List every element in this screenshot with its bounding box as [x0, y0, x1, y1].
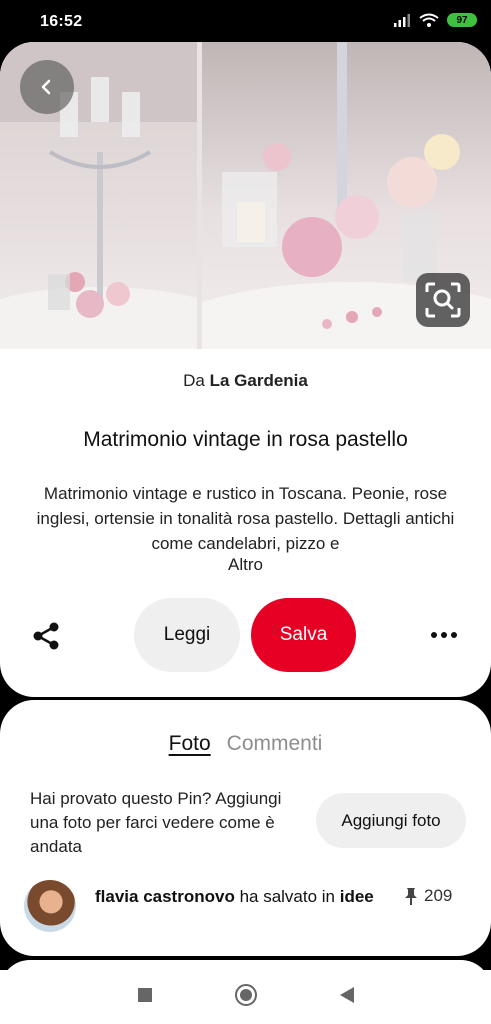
- lens-search-icon: [425, 282, 461, 318]
- wifi-icon: [419, 13, 439, 27]
- signal-icon: [394, 14, 410, 27]
- more-dot-icon: [451, 632, 457, 638]
- status-icons: 97: [393, 13, 477, 27]
- visual-search-button[interactable]: [416, 273, 470, 327]
- pin-source[interactable]: Da La Gardenia: [0, 371, 491, 391]
- tab-comments[interactable]: Commenti: [227, 732, 323, 756]
- system-nav-bar: [0, 970, 491, 1024]
- more-dot-icon: [431, 632, 437, 638]
- source-name[interactable]: La Gardenia: [210, 371, 308, 390]
- avatar[interactable]: [24, 880, 76, 932]
- save-button[interactable]: Salva: [251, 598, 356, 672]
- back-button[interactable]: [20, 60, 74, 114]
- pin-image[interactable]: [0, 42, 491, 349]
- back-triangle-icon[interactable]: [340, 987, 354, 1003]
- save-count: 209: [404, 886, 452, 906]
- battery-icon: 97: [447, 13, 477, 27]
- tried-prompt: Hai provato questo Pin? Aggiungi una fot…: [30, 789, 282, 856]
- pin-title: Matrimonio vintage in rosa pastello: [83, 428, 408, 451]
- activity-user[interactable]: flavia castronovo: [95, 887, 235, 906]
- tab-photos[interactable]: Foto: [169, 732, 211, 756]
- share-button[interactable]: [26, 616, 66, 656]
- source-prefix: Da: [183, 371, 205, 390]
- home-icon[interactable]: [235, 984, 257, 1006]
- more-options-button[interactable]: [424, 622, 464, 648]
- battery-level: 97: [456, 14, 468, 26]
- add-photo-button[interactable]: Aggiungi foto: [316, 793, 466, 848]
- activity-text: flavia castronovo ha salvato in idee: [95, 885, 385, 909]
- recents-icon[interactable]: [138, 988, 152, 1002]
- save-count-value: 209: [424, 886, 453, 905]
- share-icon: [33, 622, 59, 650]
- activity-action: ha salvato in: [239, 887, 336, 906]
- pin-icon: [405, 888, 417, 905]
- more-dot-icon: [441, 632, 447, 638]
- status-time: 16:52: [40, 13, 83, 30]
- pin-card: Da La Gardenia Matrimonio vintage in ros…: [0, 42, 491, 697]
- tabs: Foto Commenti: [0, 732, 491, 756]
- status-bar: 16:52 97: [0, 0, 491, 42]
- more-link[interactable]: Altro: [0, 555, 491, 575]
- chevron-left-icon: [41, 79, 51, 95]
- read-button[interactable]: Leggi: [134, 598, 240, 672]
- activity-board[interactable]: idee: [340, 887, 374, 906]
- pin-description: Matrimonio vintage e rustico in Toscana.…: [36, 484, 455, 553]
- activity-row[interactable]: flavia castronovo ha salvato in idee 209: [0, 880, 491, 934]
- comments-card: Foto Commenti Hai provato questo Pin? Ag…: [0, 700, 491, 956]
